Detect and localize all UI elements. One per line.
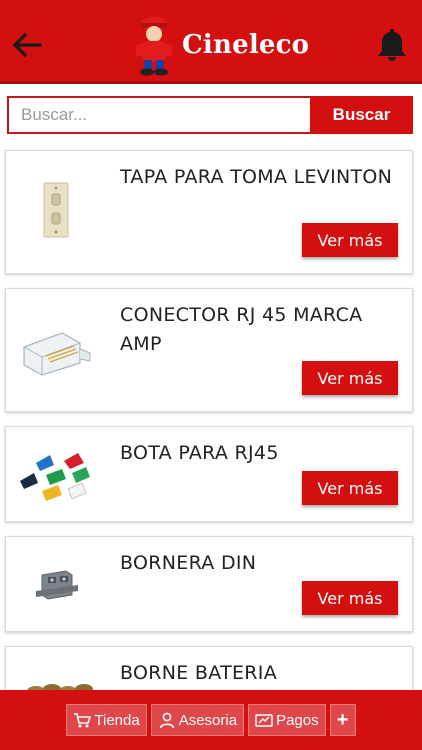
cart-icon [74, 713, 92, 728]
user-icon [159, 712, 174, 729]
nav-more-button[interactable]: + [329, 704, 356, 736]
notifications-button[interactable] [376, 28, 408, 62]
view-more-button[interactable]: Ver más [302, 223, 398, 257]
plus-icon: + [336, 708, 349, 731]
bell-icon [378, 29, 406, 61]
app-header: Cineleco [0, 0, 422, 84]
product-card: BORNERA DIN Ver más [5, 536, 413, 632]
nav-label: Asesoria [178, 711, 238, 729]
search-input[interactable] [7, 96, 310, 134]
nav-pagos[interactable]: Pagos [248, 704, 326, 736]
product-list: TAPA PARA TOMA LEVINTON Ver más CONECTOR… [5, 150, 413, 750]
product-image [20, 453, 90, 501]
nav-label: Pagos [276, 711, 319, 729]
nav-tienda[interactable]: Tienda [66, 704, 147, 736]
product-image [36, 570, 78, 600]
view-more-button[interactable]: Ver más [302, 361, 398, 395]
product-image [23, 332, 91, 376]
product-name: BOTA PARA RJ45 [120, 442, 279, 464]
nav-asesoria[interactable]: Asesoria [150, 704, 245, 736]
product-name: BORNERA DIN [120, 552, 257, 574]
search-button[interactable]: Buscar [310, 96, 413, 134]
product-image [43, 182, 69, 238]
mascot-icon [136, 17, 172, 76]
product-name: BORNE BATERIA [120, 662, 277, 684]
view-more-button[interactable]: Ver más [302, 471, 398, 505]
product-card: CONECTOR RJ 45 MARCA AMP Ver más [5, 288, 413, 412]
brand-name: Cineleco [182, 30, 310, 60]
nav-label: Tienda [94, 711, 140, 729]
app-screen: Cineleco Buscar TAPA PARA TOMA LEVINTON [0, 0, 422, 750]
product-card: BOTA PARA RJ45 Ver más [5, 426, 413, 522]
payment-icon [255, 714, 273, 727]
search-bar: Buscar [7, 96, 413, 134]
brand-logo: Cineleco [132, 14, 309, 76]
back-button[interactable] [10, 28, 44, 62]
product-name: CONECTOR RJ 45 MARCA AMP [120, 304, 363, 355]
bottom-nav: Tienda Asesoria Pagos + [0, 690, 422, 750]
view-more-button[interactable]: Ver más [302, 581, 398, 615]
product-card: TAPA PARA TOMA LEVINTON Ver más [5, 150, 413, 274]
arrow-left-icon [12, 32, 42, 58]
product-name: TAPA PARA TOMA LEVINTON [120, 166, 393, 188]
